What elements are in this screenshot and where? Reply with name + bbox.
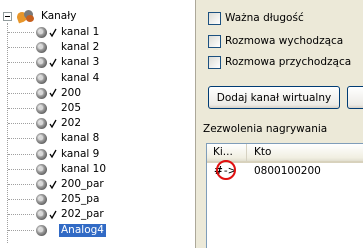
tree-connector bbox=[8, 123, 34, 125]
tree-item-label: 202_par bbox=[61, 208, 104, 221]
checkmark-icon bbox=[49, 149, 57, 159]
ear-icon bbox=[36, 133, 47, 145]
checkmark-icon bbox=[49, 119, 57, 128]
recording-permissions-list[interactable]: Ki... Kto #-> 0800100200 bbox=[206, 143, 363, 248]
tree-connector bbox=[8, 184, 34, 185]
checkmark-icon bbox=[49, 180, 57, 189]
checkbox-row-incoming-call[interactable]: Rozmowa przychodząca bbox=[208, 55, 351, 69]
tree-connector bbox=[8, 138, 34, 140]
tree-item[interactable]: kanal 2 bbox=[8, 41, 101, 54]
ear-icon bbox=[36, 209, 47, 221]
no-check-spacer bbox=[49, 43, 57, 53]
no-check-spacer bbox=[49, 73, 57, 83]
ear-icon bbox=[36, 224, 47, 236]
ear-icon bbox=[36, 72, 47, 84]
no-check-spacer bbox=[49, 225, 57, 235]
no-check-spacer bbox=[49, 164, 57, 174]
tree-item-label: kanal 2 bbox=[61, 41, 100, 54]
tree-connector bbox=[8, 153, 34, 155]
ear-icon bbox=[36, 163, 47, 175]
tree-connector bbox=[8, 62, 34, 64]
tree-root-kanaly[interactable]: Kanały bbox=[3, 9, 76, 23]
tree-item-label: 200 bbox=[61, 86, 82, 99]
tree-item-label: 205 bbox=[61, 102, 82, 114]
tree-item-label: 205_pa bbox=[61, 193, 100, 206]
checkmark-icon bbox=[49, 210, 57, 220]
tree-item[interactable]: Analog4 bbox=[8, 223, 106, 237]
tree-item[interactable]: 202 bbox=[8, 117, 83, 130]
tree-root-label: Kanały bbox=[41, 10, 77, 22]
tree-item-label: kanal 10 bbox=[61, 162, 107, 175]
checkmark-icon bbox=[49, 28, 57, 37]
tree-connector bbox=[8, 214, 34, 216]
tree-item[interactable]: kanal 9 bbox=[8, 148, 101, 161]
checkbox-valid-length[interactable] bbox=[208, 11, 221, 25]
checkmark-icon bbox=[49, 88, 57, 98]
add-virtual-channel-button[interactable]: Dodaj kanał wirtualny bbox=[208, 86, 340, 109]
tree-connector bbox=[8, 108, 34, 109]
highlight-circle-annotation bbox=[216, 160, 236, 180]
tree-item-label: 202 bbox=[61, 117, 82, 130]
channels-folder-icon bbox=[15, 9, 37, 23]
tree-item-label: kanal 1 bbox=[61, 26, 100, 38]
tree-item[interactable]: 200 bbox=[8, 87, 83, 100]
list-row[interactable]: #-> 0800100200 bbox=[207, 160, 363, 180]
ear-icon bbox=[36, 194, 47, 206]
tree-connector bbox=[8, 229, 34, 231]
tree-item-label: kanal 4 bbox=[61, 71, 100, 84]
tree-connector bbox=[8, 47, 34, 49]
tree-item[interactable]: 200_par bbox=[8, 178, 106, 191]
collapse-icon[interactable] bbox=[3, 11, 12, 21]
ear-icon bbox=[36, 148, 47, 160]
checkmark-icon bbox=[49, 58, 57, 68]
tree-item-label: 200_par bbox=[61, 178, 104, 190]
checkbox-incoming-call[interactable] bbox=[208, 55, 221, 69]
tree-item[interactable]: kanal 8 bbox=[8, 132, 101, 145]
tree-item[interactable]: 205_pa bbox=[8, 193, 101, 206]
checkbox-outgoing-call[interactable] bbox=[208, 34, 221, 48]
ear-icon bbox=[36, 57, 47, 69]
no-check-spacer bbox=[49, 134, 57, 144]
tree-item[interactable]: 205 bbox=[8, 102, 83, 115]
no-check-spacer bbox=[49, 195, 57, 205]
tree-connector bbox=[8, 77, 34, 79]
channel-tree[interactable]: Kanały kanal 1 kanal 2 kanal 3 kanal 4 200 20… bbox=[0, 0, 190, 248]
checkbox-label: Rozmowa przychodząca bbox=[225, 56, 352, 68]
tree-item[interactable]: kanal 3 bbox=[8, 56, 101, 69]
tree-item-label: kanal 3 bbox=[61, 56, 100, 69]
ear-icon bbox=[36, 118, 47, 130]
tree-connector bbox=[8, 32, 34, 33]
ear-icon bbox=[36, 87, 47, 99]
checkbox-label: Ważna długość bbox=[225, 12, 304, 24]
checkbox-label: Rozmowa wychodząca bbox=[225, 35, 344, 47]
column-header-kto[interactable]: Kto bbox=[248, 144, 271, 161]
tree-connector bbox=[8, 92, 34, 94]
tree-item[interactable]: 202_par bbox=[8, 208, 106, 221]
ear-icon bbox=[36, 179, 47, 190]
checkbox-row-valid-length[interactable]: Ważna długość bbox=[208, 11, 304, 25]
checkbox-row-outgoing-call[interactable]: Rozmowa wychodząca bbox=[208, 34, 343, 48]
tree-item-label: kanal 9 bbox=[61, 147, 100, 160]
tree-connector bbox=[8, 199, 34, 201]
ear-icon bbox=[36, 27, 47, 38]
tree-item[interactable]: kanal 4 bbox=[8, 72, 101, 85]
who-cell: 0800100200 bbox=[254, 165, 321, 177]
tree-item[interactable]: kanal 1 bbox=[8, 26, 101, 39]
channel-properties-panel: Ważna długość Rozmowa wychodząca Rozmowa… bbox=[195, 0, 363, 248]
ear-icon bbox=[36, 103, 47, 114]
recording-permissions-label: Zezwolenia nagrywania bbox=[203, 123, 328, 135]
no-check-spacer bbox=[49, 104, 57, 114]
tree-item-label: Analog4 bbox=[59, 223, 106, 237]
ear-icon bbox=[36, 42, 47, 54]
direction-cell: #-> bbox=[214, 160, 236, 180]
tree-connector bbox=[8, 168, 34, 170]
column-header-ki[interactable]: Ki... bbox=[207, 144, 247, 161]
tree-item[interactable]: kanal 10 bbox=[8, 163, 108, 176]
next-button-partial[interactable] bbox=[347, 86, 363, 109]
tree-item-label: kanal 8 bbox=[61, 132, 100, 145]
